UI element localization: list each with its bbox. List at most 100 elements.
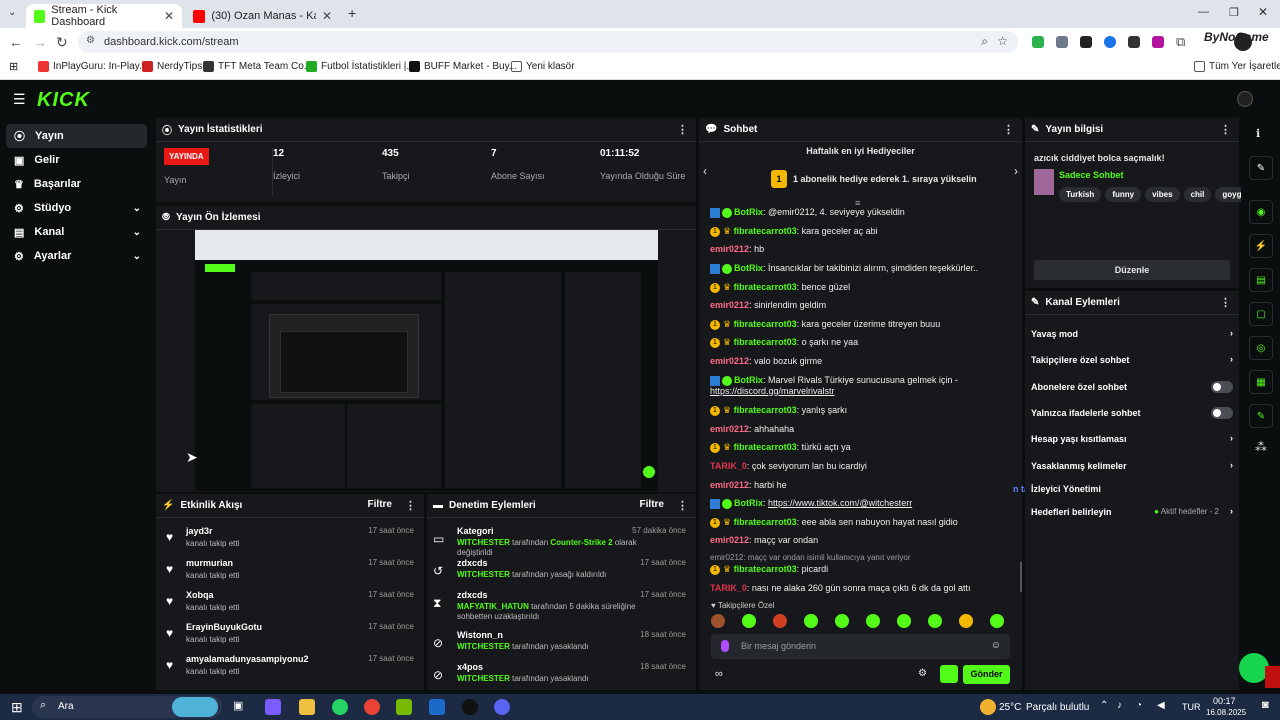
reload-icon[interactable]: ↻ — [56, 34, 68, 51]
layout-rail-icon[interactable]: ▦ — [1249, 370, 1273, 394]
feed-name[interactable]: jayd3r — [186, 526, 213, 536]
chat-scrollbar[interactable] — [1020, 562, 1022, 592]
chat-settings-icon[interactable]: ⚙ — [918, 668, 927, 679]
new-tab-icon[interactable]: + — [348, 5, 356, 21]
feed-name[interactable]: amyalamadunyasampiyonu2 — [186, 654, 309, 664]
mod-name[interactable]: zdxcds — [457, 590, 488, 600]
mod-actor[interactable]: WITCHESTER — [457, 642, 510, 651]
mod-name[interactable]: Kategori — [457, 526, 494, 536]
edit-button[interactable]: Düzenle — [1034, 260, 1230, 280]
kick-logo[interactable]: KICK — [37, 89, 90, 112]
taskbar-search[interactable]: ⌕ Ara — [32, 696, 222, 718]
chat-username[interactable]: fibratecarrot03 — [734, 226, 797, 236]
action-goals[interactable]: Hedefleri belirleyin ● Aktif hedefler - 2… — [1031, 506, 1233, 517]
extensions-puzzle-icon[interactable]: ⧉ — [1176, 34, 1185, 50]
emoji-icon[interactable]: ☺ — [991, 640, 1001, 651]
action-followers-only[interactable]: Takipçilere özel sohbet › — [1031, 354, 1233, 365]
hamburger-menu-icon[interactable]: ☰ — [13, 91, 26, 108]
whatsapp-icon[interactable] — [332, 699, 348, 715]
forward-icon[interactable]: → — [33, 34, 47, 50]
chat-username[interactable]: BotRix — [734, 263, 763, 273]
more-menu-icon[interactable]: ⋮ — [1220, 296, 1231, 309]
emote-icon[interactable] — [928, 614, 942, 628]
mod-name[interactable]: Wistonn_n — [457, 630, 503, 640]
more-menu-icon[interactable]: ⋮ — [677, 499, 688, 512]
chevron-left-icon[interactable]: ‹ — [703, 164, 707, 178]
close-tab-icon[interactable]: ✕ — [164, 9, 174, 23]
emote-icon[interactable] — [742, 614, 756, 628]
category-link[interactable]: Sadece Sohbet — [1059, 170, 1124, 180]
extension-icon[interactable] — [1128, 36, 1140, 48]
chat-username[interactable]: fibratecarrot03 — [734, 442, 797, 452]
mod-highlight[interactable]: Counter-Strike 2 — [550, 538, 612, 547]
clock-time[interactable]: 00:17 — [1213, 696, 1236, 706]
more-menu-icon[interactable]: ⋮ — [405, 499, 416, 512]
bookmark-item[interactable]: Futbol İstatistikleri |... — [306, 61, 415, 72]
tab-search-icon[interactable]: ⌄ — [8, 7, 16, 18]
subscribers-only-toggle[interactable] — [1211, 381, 1233, 393]
chat-username[interactable]: fibratecarrot03 — [734, 564, 797, 574]
profile-avatar[interactable] — [1234, 33, 1252, 51]
chat-username[interactable]: TARIK_0 — [710, 461, 747, 471]
network-icon[interactable]: ◔ — [1136, 700, 1142, 711]
chat-rail-icon[interactable]: ▢ — [1249, 302, 1273, 326]
chevron-up-icon[interactable]: ⌃ — [1100, 700, 1108, 711]
bookmark-item[interactable]: BUFF Market - Buy... — [409, 61, 517, 72]
chat-username[interactable]: emir0212 — [710, 244, 749, 254]
close-tab-icon[interactable]: ✕ — [322, 9, 332, 23]
action-banned-words[interactable]: Yasaklanmış kelimeler › — [1031, 460, 1233, 471]
microphone-icon[interactable] — [721, 640, 729, 652]
back-icon[interactable]: ← — [9, 34, 23, 50]
chat-username[interactable]: BotRix — [734, 498, 763, 508]
emote-icon[interactable] — [959, 614, 973, 628]
extension-shield-icon[interactable] — [1032, 36, 1044, 48]
feed-name[interactable]: ErayinBuyukGotu — [186, 622, 262, 632]
preview-rail-icon[interactable]: ◉ — [1249, 200, 1273, 224]
chat-username[interactable]: BotRix — [734, 207, 763, 217]
extension-icon[interactable] — [1104, 36, 1116, 48]
copilot-icon[interactable] — [265, 699, 281, 715]
bookmark-item[interactable]: NerdyTips — [142, 61, 202, 72]
sidebar-item-studyo[interactable]: ⚙ Stüdyo ⌄ — [6, 196, 147, 220]
sidebar-item-kanal[interactable]: ▤ Kanal ⌄ — [6, 220, 147, 244]
chat-username[interactable]: emir0212 — [710, 300, 749, 310]
extension-icon[interactable] — [1152, 36, 1164, 48]
chat-input[interactable]: Bir mesaj gönderin ☺ — [711, 634, 1010, 659]
bookmark-folder[interactable]: Yeni klasör — [511, 61, 575, 72]
app-icon[interactable] — [462, 699, 478, 715]
emote-icon[interactable] — [897, 614, 911, 628]
filter-button[interactable]: Filtre — [368, 499, 392, 510]
info-icon[interactable]: ℹ — [1256, 127, 1260, 140]
chevron-right-icon[interactable]: › — [1014, 164, 1018, 178]
site-info-icon[interactable]: ⚙ — [86, 35, 95, 46]
more-menu-icon[interactable]: ⋮ — [1003, 123, 1014, 136]
points-icon[interactable]: ∞ — [715, 668, 723, 680]
edit-rail-icon[interactable]: ✎ — [1249, 156, 1273, 180]
emote-icon[interactable] — [835, 614, 849, 628]
browser-tab-kick[interactable]: Stream - Kick Dashboard ✕ — [26, 4, 182, 28]
clock-date[interactable]: 16.08.2025 — [1206, 708, 1246, 717]
action-slow-mode[interactable]: Yavaş mod › — [1031, 328, 1233, 339]
chat-username[interactable]: fibratecarrot03 — [734, 337, 797, 347]
mod-name[interactable]: zdxcds — [457, 558, 488, 568]
tag-chip[interactable]: Turkish — [1059, 187, 1102, 202]
share-icon[interactable]: ⁂ — [1255, 440, 1267, 454]
bookmark-item[interactable]: InPlayGuru: In-Play... — [38, 61, 147, 72]
mod-actor[interactable]: WITCHESTER — [457, 538, 510, 547]
feed-name[interactable]: murmurian — [186, 558, 233, 568]
zoom-icon[interactable]: ⌕ — [981, 34, 988, 49]
mod-actor[interactable]: WITCHESTER — [457, 570, 510, 579]
url-field[interactable]: ⚙ dashboard.kick.com/stream ⌕ ☆ — [78, 31, 1018, 53]
chat-username[interactable]: emir0212 — [710, 356, 749, 366]
windows-start-icon[interactable]: ⊞ — [11, 699, 23, 716]
bookmark-item[interactable]: TFT Meta Team Co... — [203, 61, 312, 72]
mod-actor[interactable]: MAFYATIK_HATUN — [457, 602, 529, 611]
chat-username[interactable]: emir0212 — [710, 535, 749, 545]
extension-icon[interactable] — [1056, 36, 1068, 48]
language-indicator[interactable]: TUR — [1182, 702, 1201, 712]
send-button[interactable]: Gönder — [963, 665, 1010, 684]
emote-icon[interactable] — [990, 614, 1004, 628]
discord-icon[interactable] — [494, 699, 510, 715]
chrome-icon[interactable] — [364, 699, 380, 715]
sidebar-item-basarilar[interactable]: ♛ Başarılar — [6, 172, 147, 196]
